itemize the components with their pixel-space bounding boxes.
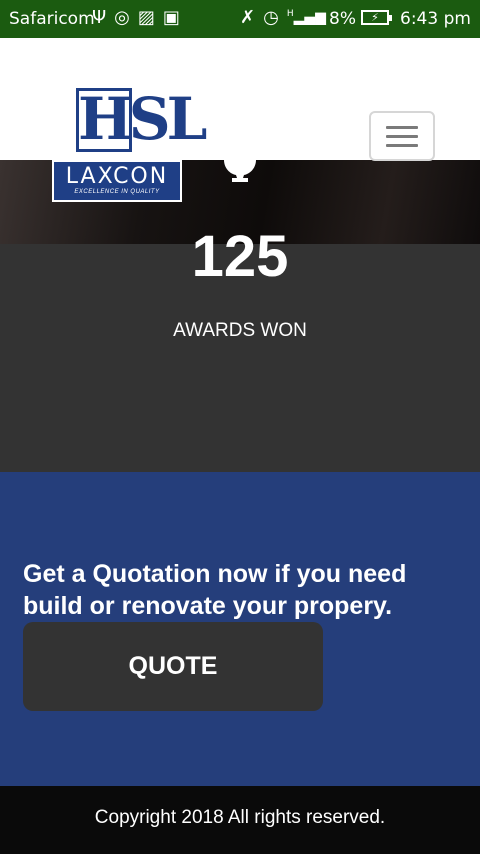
clock: 6:43 pm	[400, 9, 471, 29]
battery-charging-icon: ⚡	[361, 10, 392, 25]
image-icon: ▨	[137, 7, 155, 28]
awards-count: 125	[191, 224, 289, 289]
status-bar: Safaricom Ψ ◎ ▨ ▣ ✗ ◷ H▂▄▆ 8% ⚡ 6:43 pm	[0, 0, 480, 38]
mute-icon: ✗	[240, 7, 256, 28]
alarm-icon: ◷	[263, 7, 279, 28]
awards-label: AWARDS WON	[173, 320, 307, 341]
notification-icons: Ψ ◎ ▨ ▣	[92, 7, 180, 28]
logo-tagline: EXCELLENCE IN QUALITY	[74, 189, 160, 195]
logo-laxcon-banner: LAXCON EXCELLENCE IN QUALITY	[52, 160, 182, 202]
quote-button[interactable]: QUOTE	[23, 622, 323, 711]
hamburger-menu-icon[interactable]	[369, 111, 435, 161]
copyright-text: Copyright 2018 All rights reserved.	[94, 807, 386, 828]
signal-icon: H▂▄▆	[286, 9, 326, 26]
usb-icon: Ψ	[92, 7, 107, 28]
quote-heading: Get a Quotation now if you need build or…	[23, 560, 407, 620]
logo-laxcon-text: LAXCON	[65, 164, 169, 189]
logo-hsl-text: HSL	[78, 85, 207, 153]
carrier-name: Safaricom	[9, 9, 95, 29]
message-icon: ▣	[162, 7, 180, 28]
system-icons: ✗ ◷ H▂▄▆	[240, 7, 326, 28]
battery-percent: 8%	[329, 9, 356, 29]
whatsapp-icon: ◎	[114, 7, 130, 28]
site-logo[interactable]: HSL LAXCON EXCELLENCE IN QUALITY	[52, 85, 207, 204]
trophy-icon	[224, 160, 256, 182]
